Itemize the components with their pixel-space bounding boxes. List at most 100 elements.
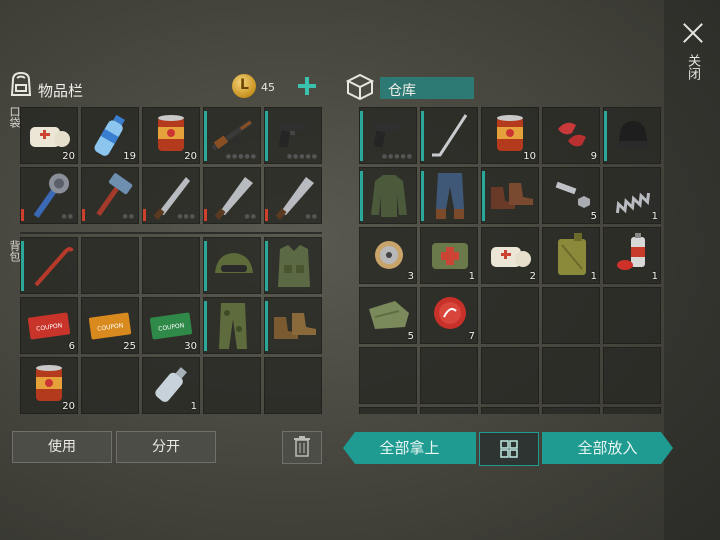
durability-dots: ●● [61, 213, 74, 220]
inventory-slot[interactable] [81, 237, 139, 294]
pocket-grid: 20 19 20 ●●●●● ●●●●● ●● ●● ●●● ●● ●● [20, 107, 322, 224]
storage-slot[interactable]: 1 [542, 227, 600, 284]
boots-icon [274, 313, 316, 339]
jacket-icon [371, 175, 407, 217]
inventory-slot[interactable] [264, 357, 322, 414]
durability-bar [265, 301, 268, 351]
sort-button[interactable] [479, 432, 539, 466]
inventory-slot[interactable]: ●● [264, 167, 322, 224]
put-all-button[interactable]: 全部放入 [542, 432, 673, 464]
pistol-icon [373, 123, 401, 148]
durability-dots: ●● [244, 213, 257, 220]
inventory-slot[interactable]: ●● [203, 167, 261, 224]
inventory-slot[interactable] [142, 237, 200, 294]
coupon-orange-icon: COUPON [88, 312, 132, 340]
medkit-bag-icon [432, 243, 468, 269]
storage-slot[interactable] [359, 347, 417, 404]
storage-slot[interactable] [603, 107, 661, 164]
durability-dots: ●● [305, 213, 318, 220]
use-button[interactable]: 使用 [12, 431, 112, 463]
inventory-slot[interactable] [81, 357, 139, 414]
slot-qty: 1 [651, 271, 658, 282]
coin-icon: L [232, 74, 256, 98]
inventory-slot[interactable]: 1 [142, 357, 200, 414]
inventory-slot[interactable]: 20 [142, 107, 200, 164]
durability-bar [265, 209, 268, 221]
split-button[interactable]: 分开 [116, 431, 216, 463]
boots-icon [491, 183, 533, 209]
inventory-slot[interactable] [264, 297, 322, 354]
storage-slot[interactable] [359, 167, 417, 224]
inventory-slot[interactable]: COUPON 30 [142, 297, 200, 354]
storage-slot[interactable]: 1 [420, 227, 478, 284]
slot-qty: 1 [468, 271, 475, 282]
storage-slot[interactable]: 5 [542, 167, 600, 224]
take-all-button[interactable]: 全部拿上 [343, 432, 476, 464]
storage-grid: ●●●●● 10 9 5 1 3 1 2 1 1 5 7 [359, 107, 661, 414]
inventory-slot[interactable]: COUPON 6 [20, 297, 78, 354]
inventory-slot[interactable]: COUPON 25 [81, 297, 139, 354]
storage-slot[interactable] [420, 107, 478, 164]
slot-qty: 20 [62, 401, 75, 412]
backpack-label: 背包 [8, 240, 21, 262]
inventory-slot[interactable] [203, 237, 261, 294]
storage-slot[interactable] [420, 347, 478, 404]
storage-slot[interactable] [603, 407, 661, 414]
storage-slot[interactable]: 9 [542, 107, 600, 164]
storage-tab[interactable]: 仓库 [380, 77, 474, 99]
inventory-slot[interactable] [264, 237, 322, 294]
storage-slot[interactable]: 1 [603, 167, 661, 224]
coupon-red-icon: COUPON [27, 312, 71, 340]
trash-button[interactable] [282, 431, 322, 464]
storage-slot[interactable] [542, 287, 600, 344]
inventory-slot[interactable] [203, 357, 261, 414]
storage-slot[interactable]: 5 [359, 287, 417, 344]
inventory-slot[interactable]: 20 [20, 107, 78, 164]
camo-pants-icon [219, 303, 247, 349]
durability-bar [21, 209, 24, 221]
slot-qty: 3 [407, 271, 414, 282]
durability-dots: ●●●●● [381, 153, 413, 160]
inventory-slot[interactable]: ●● [20, 167, 78, 224]
storage-slot[interactable] [603, 347, 661, 404]
storage-slot[interactable]: 3 [359, 227, 417, 284]
bottle-cap-icon [434, 297, 466, 329]
close-icon[interactable] [680, 20, 706, 46]
storage-slot[interactable]: 7 [420, 287, 478, 344]
durability-dots: ●●● [177, 213, 196, 220]
add-coins-button[interactable] [297, 76, 317, 96]
cloth-icon [369, 301, 409, 329]
storage-slot[interactable]: 2 [481, 227, 539, 284]
storage-slot[interactable] [481, 407, 539, 414]
bandage-icon [30, 127, 70, 147]
storage-slot[interactable] [542, 347, 600, 404]
durability-bar [265, 111, 268, 161]
canned-food-icon [158, 115, 184, 151]
inventory-slot[interactable]: ●● [81, 167, 139, 224]
storage-title: 仓库 [388, 83, 416, 99]
inventory-slot[interactable]: ●●●●● [203, 107, 261, 164]
storage-slot[interactable] [420, 167, 478, 224]
durability-bar [482, 171, 485, 221]
slot-qty: 25 [123, 341, 136, 352]
storage-slot[interactable] [542, 407, 600, 414]
storage-slot[interactable]: 10 [481, 107, 539, 164]
inventory-slot[interactable]: 20 [20, 357, 78, 414]
storage-slot[interactable]: 1 [603, 227, 661, 284]
close-label[interactable]: 关闭 [684, 54, 700, 80]
storage-slot[interactable] [481, 347, 539, 404]
inventory-slot[interactable] [20, 237, 78, 294]
storage-slot[interactable] [359, 407, 417, 414]
storage-slot[interactable] [603, 287, 661, 344]
storage-slot[interactable] [481, 287, 539, 344]
inventory-slot[interactable]: ●●● [142, 167, 200, 224]
storage-slot[interactable] [481, 167, 539, 224]
storage-slot[interactable] [420, 407, 478, 414]
storage-slot[interactable]: ●●●●● [359, 107, 417, 164]
meat-icon [558, 122, 586, 147]
inventory-slot[interactable]: 19 [81, 107, 139, 164]
jerrycan-icon [558, 233, 586, 275]
slot-qty: 1 [190, 401, 197, 412]
inventory-slot[interactable]: ●●●●● [264, 107, 322, 164]
inventory-slot[interactable] [203, 297, 261, 354]
